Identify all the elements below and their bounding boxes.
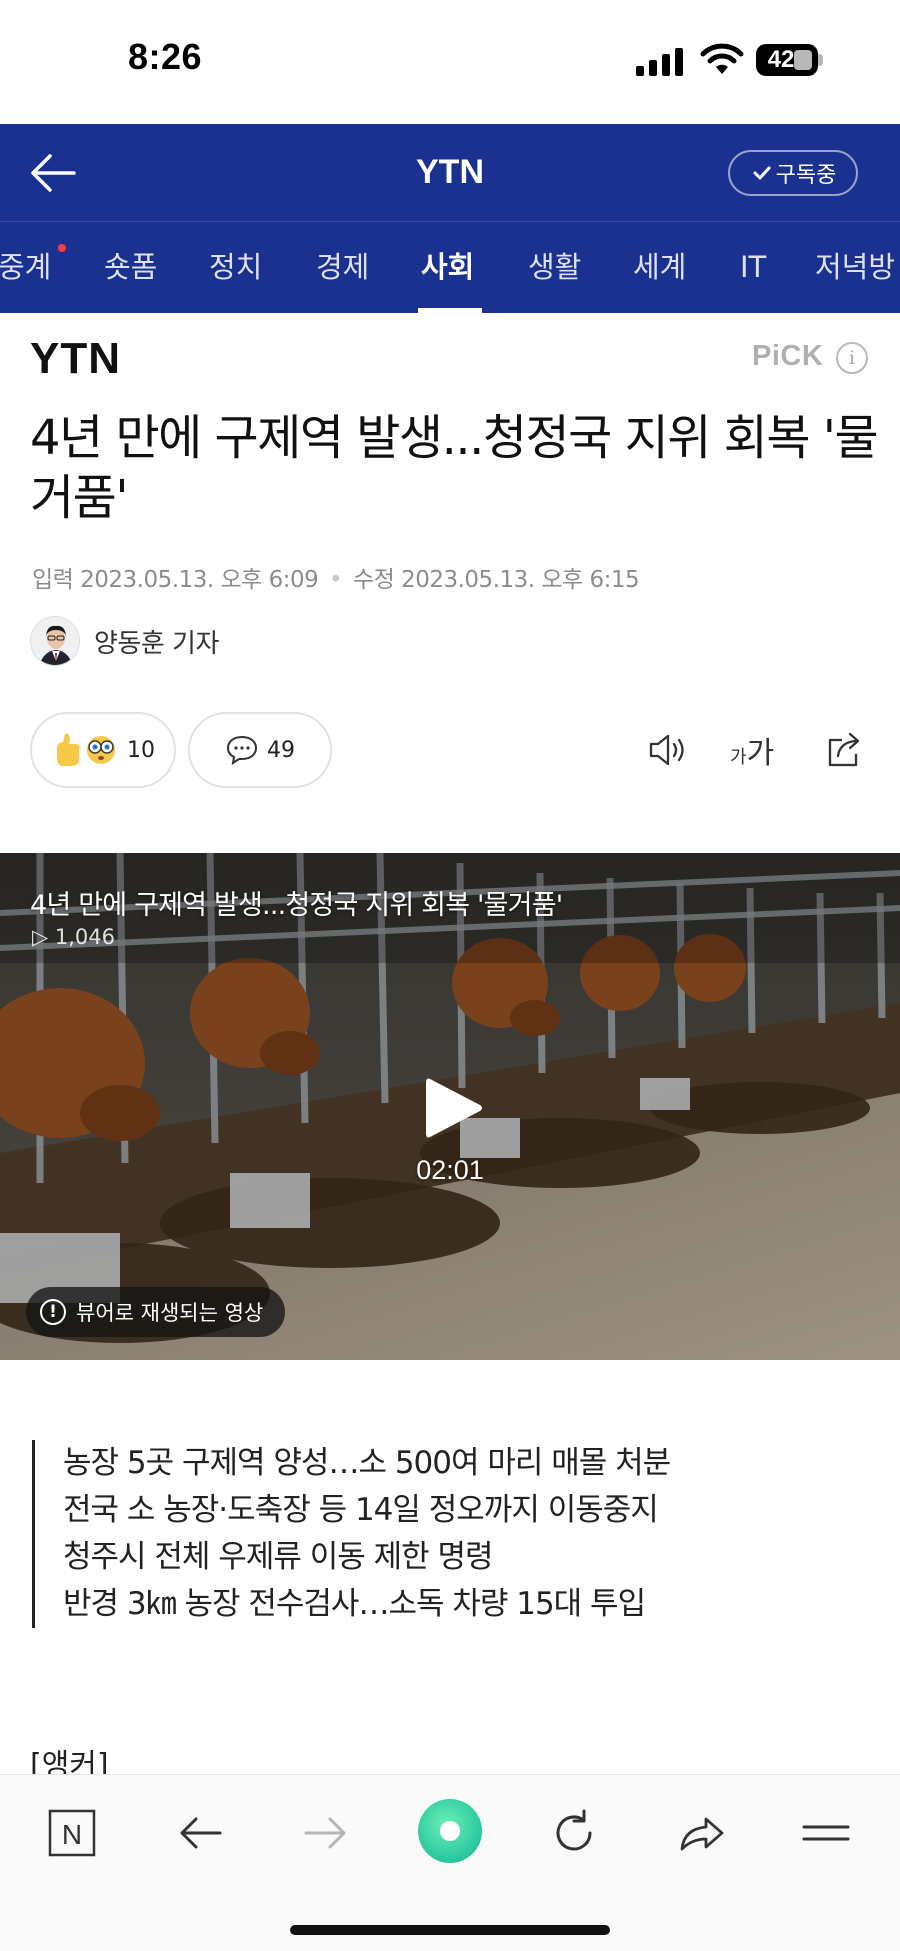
share-icon[interactable] (822, 728, 866, 772)
tab-economy[interactable]: 경제 (316, 222, 369, 313)
summary-line: 농장 5곳 구제역 양성…소 500여 마리 매몰 처분 (63, 1445, 671, 1481)
input-label: 입력 (32, 567, 74, 593)
font-size-small-label: 가 (730, 747, 747, 768)
back-arrow-icon[interactable] (26, 146, 80, 200)
tab-evening[interactable]: 저녁방 (815, 222, 895, 313)
active-tab-indicator (418, 308, 482, 313)
font-size-large-label: 가 (746, 736, 775, 771)
play-icon[interactable] (424, 1075, 484, 1141)
tab-shortform[interactable]: 숏폼 (104, 222, 157, 313)
subscribe-button[interactable]: 구독중 (728, 150, 858, 196)
back-icon[interactable] (170, 1803, 230, 1863)
home-indicator (290, 1925, 610, 1935)
modified-label: 수정 (352, 567, 395, 593)
alert-icon: ! (40, 1299, 66, 1325)
category-nav: 중계 숏폼 정치 경제 사회 생활 세계 IT 저녁방 (0, 221, 900, 313)
tab-life[interactable]: 생활 (528, 222, 581, 313)
modified-date: 2023.05.13. 오후 6:15 (401, 567, 640, 593)
green-dot-home-button[interactable] (418, 1799, 482, 1863)
comment-button[interactable]: 49 (188, 712, 332, 788)
summary-line: 전국 소 농장·도축장 등 14일 정오까지 이동중지 (63, 1492, 659, 1528)
reaction-count: 10 (127, 737, 155, 763)
article-summary: 농장 5곳 구제역 양성…소 500여 마리 매몰 처분 전국 소 농장·도축장… (32, 1440, 872, 1628)
video-view-count: 1,046 (54, 925, 115, 949)
video-duration: 02:01 (416, 1155, 484, 1185)
pick-info-icon[interactable]: i (836, 342, 868, 374)
check-icon (753, 166, 771, 180)
tab-society[interactable]: 사회 (421, 222, 474, 313)
reporter-link[interactable]: 양동훈 기자 (30, 615, 219, 667)
video-title: 4년 만에 구제역 발생...청정국 지위 회복 '물거품' (30, 890, 563, 921)
battery-level: 42 (767, 46, 795, 73)
viewer-badge-label: 뷰어로 재생되는 영상 (76, 1301, 264, 1325)
views-play-icon: ▷ (32, 925, 49, 949)
forward-icon (304, 1817, 346, 1849)
live-dot-icon (58, 244, 66, 252)
subscribe-label: 구독중 (775, 163, 837, 188)
article-dates: 입력 2023.05.13. 오후 6:09 • 수정 2023.05.13. … (32, 567, 640, 593)
summary-line: 청주시 전체 우제류 이동 제한 명령 (63, 1539, 494, 1575)
wifi-icon (700, 43, 744, 74)
status-bar: 8:26 42 (0, 0, 900, 124)
press-logo[interactable]: YTN (30, 334, 121, 384)
comment-icon (226, 735, 258, 766)
share-forward-icon[interactable] (672, 1803, 732, 1863)
cellular-signal-icon (636, 46, 684, 76)
pick-badge: PiCK (752, 340, 824, 372)
channel-header: YTN 구독중 (0, 124, 900, 221)
tab-politics[interactable]: 정치 (209, 222, 262, 313)
battery-icon: 42 (756, 44, 818, 76)
video-views: ▷ 1,046 (32, 925, 115, 949)
comment-count: 49 (267, 737, 295, 763)
action-row: 10 49 가가 (30, 712, 870, 788)
refresh-icon[interactable] (544, 1803, 604, 1863)
status-time: 8:26 (128, 36, 203, 77)
video-player[interactable]: 4년 만에 구제역 발생...청정국 지위 회복 '물거품' ▷ 1,046 0… (0, 853, 900, 1360)
svg-text:N: N (62, 1819, 82, 1850)
summary-line: 반경 3㎞ 농장 전수검사…소독 차량 15대 투입 (63, 1586, 646, 1622)
reaction-emoji-icon (57, 733, 115, 766)
tab-world[interactable]: 세계 (633, 222, 686, 313)
reporter-avatar (30, 616, 80, 666)
font-size-button[interactable]: 가가 (730, 728, 774, 772)
tab-live[interactable]: 중계 (0, 222, 51, 313)
tab-it[interactable]: IT (740, 222, 766, 313)
article-headline: 4년 만에 구제역 발생...청정국 지위 회복 '물거품' (30, 410, 879, 526)
reporter-name: 양동훈 기자 (94, 628, 219, 659)
naver-home-icon[interactable]: N (42, 1803, 102, 1863)
viewer-badge[interactable]: ! 뷰어로 재생되는 영상 (26, 1287, 286, 1337)
input-date: 2023.05.13. 오후 6:09 (80, 567, 319, 593)
speaker-icon[interactable] (646, 728, 690, 772)
reaction-button[interactable]: 10 (30, 712, 176, 788)
menu-icon[interactable] (796, 1803, 856, 1863)
